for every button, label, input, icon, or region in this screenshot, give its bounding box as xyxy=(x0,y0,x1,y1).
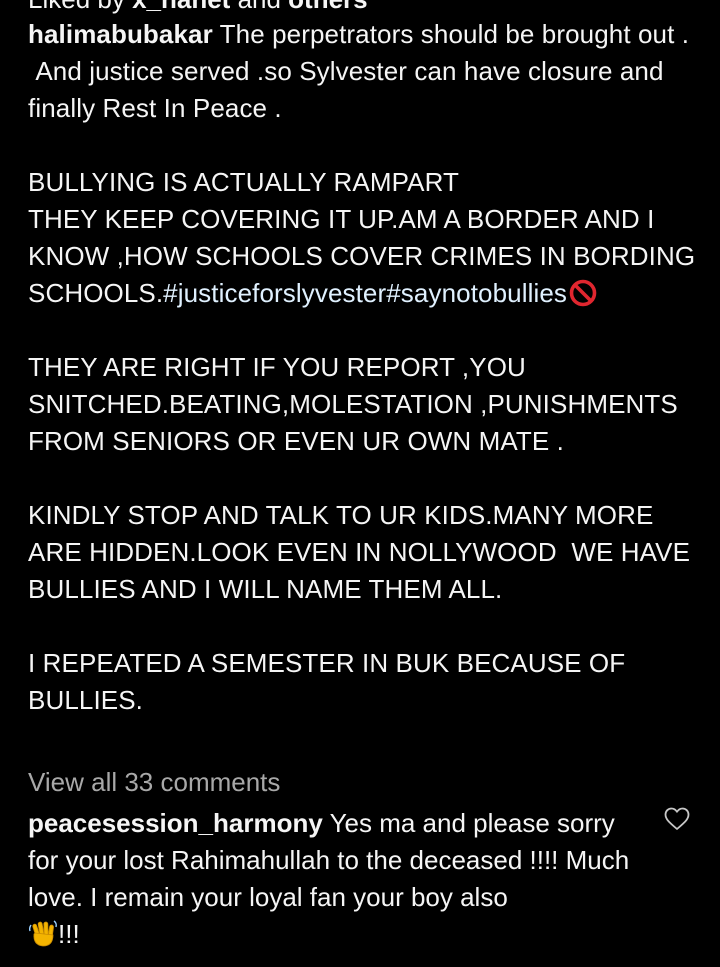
hashtag-link[interactable]: #justiceforslyvester xyxy=(163,278,386,308)
comment-item: peacesession_harmony Yes ma and please s… xyxy=(28,805,648,953)
liked-by-and: and xyxy=(230,0,288,14)
caption-paragraph-3: BULLYING IS ACTUALLY RAMPART xyxy=(28,167,459,197)
heart-outline-icon[interactable] xyxy=(664,807,690,831)
caption-paragraph-1: halimabubakar The perpetrators should be… xyxy=(28,16,698,53)
liked-by-prefix: Liked by xyxy=(28,0,132,14)
post-caption: halimabubakar The perpetrators should be… xyxy=(28,16,698,719)
view-all-comments-link[interactable]: View all 33 comments xyxy=(28,764,280,801)
comment-author-link[interactable]: peacesession_harmony xyxy=(28,808,323,838)
caption-paragraph-4: THEY KEEP COVERING IT UP.AM A BORDER AND… xyxy=(28,201,698,312)
comment-body: peacesession_harmony Yes ma and please s… xyxy=(28,805,648,953)
caption-paragraph-6: KINDLY STOP AND TALK TO UR KIDS.MANY MOR… xyxy=(28,500,698,604)
liked-by-line: Liked by x_nanet and others xyxy=(28,0,368,14)
caption-paragraph-5: THEY ARE RIGHT IF YOU REPORT ,YOU SNITCH… xyxy=(28,352,686,456)
hashtag-link[interactable]: #saynotobullies xyxy=(386,278,567,308)
liked-by-user-link[interactable]: x_nanet xyxy=(132,0,230,14)
caption-author-link[interactable]: halimabubakar xyxy=(28,19,213,49)
comment-trailing-text: !!! xyxy=(58,919,80,949)
waving-hand-icon xyxy=(28,920,57,947)
caption-text-line: The perpetrators should be brought out . xyxy=(219,19,690,49)
no-entry-icon xyxy=(569,279,597,307)
caption-paragraph-2: And justice served .so Sylvester can hav… xyxy=(28,56,671,123)
liked-by-others-link[interactable]: others xyxy=(288,0,367,14)
caption-paragraph-7: I REPEATED A SEMESTER IN BUK BECAUSE OF … xyxy=(28,648,633,715)
